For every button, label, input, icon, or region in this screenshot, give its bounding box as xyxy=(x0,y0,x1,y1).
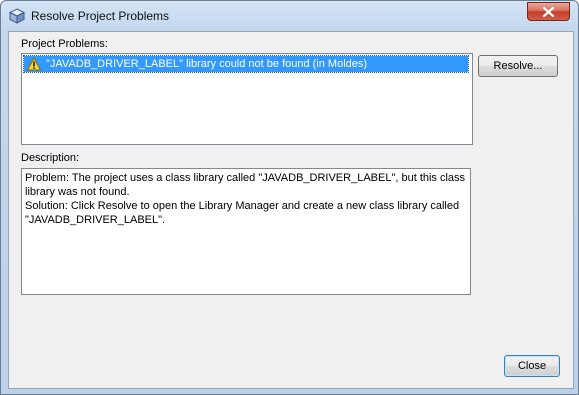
close-x-icon[interactable] xyxy=(527,2,570,21)
title-bar[interactable]: Resolve Project Problems xyxy=(1,1,578,31)
problems-list[interactable]: "JAVADB_DRIVER_LABEL" library could not … xyxy=(21,53,473,145)
netbeans-cube-icon xyxy=(8,8,26,24)
resolve-button[interactable]: Resolve... xyxy=(478,55,558,77)
description-line: "JAVADB_DRIVER_LABEL". xyxy=(25,214,166,226)
list-item[interactable]: "JAVADB_DRIVER_LABEL" library could not … xyxy=(23,55,469,73)
dialog-content: Project Problems: "JAVADB_DRIVER_LABEL" … xyxy=(8,31,574,389)
problems-label: Project Problems: xyxy=(21,38,108,50)
warning-icon xyxy=(26,56,42,71)
dialog-window: Resolve Project Problems Project Problem… xyxy=(0,0,579,395)
description-line: Solution: Click Resolve to open the Libr… xyxy=(25,200,460,212)
description-label: Description: xyxy=(21,152,80,164)
description-line: library was not found. xyxy=(25,186,130,198)
description-line: Problem: The project uses a class librar… xyxy=(25,172,466,184)
close-button[interactable]: Close xyxy=(504,355,560,377)
description-text-area[interactable]: Problem: The project uses a class librar… xyxy=(21,168,471,295)
problem-text: "JAVADB_DRIVER_LABEL" library could not … xyxy=(46,58,368,70)
window-title: Resolve Project Problems xyxy=(31,9,170,23)
